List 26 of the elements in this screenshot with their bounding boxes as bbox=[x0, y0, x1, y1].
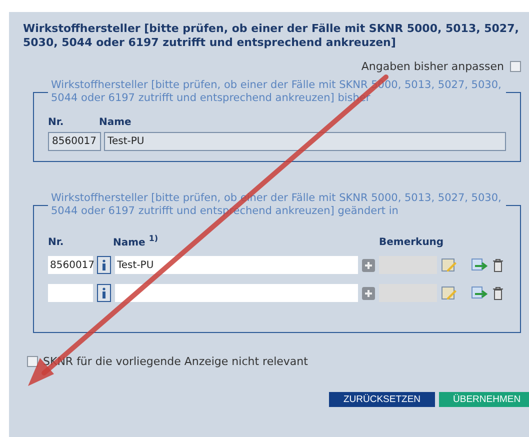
column-header: Nr. bbox=[48, 237, 65, 248]
number-field[interactable]: 8560017 bbox=[48, 256, 93, 274]
number-field[interactable] bbox=[48, 284, 93, 302]
arrow-right-icon[interactable] bbox=[471, 258, 489, 272]
info-icon[interactable] bbox=[97, 284, 111, 302]
notepad-icon[interactable] bbox=[441, 257, 457, 274]
column-header: Name $^{1)}$ bbox=[113, 234, 160, 248]
trash-icon[interactable] bbox=[493, 258, 503, 272]
notepad-icon[interactable] bbox=[441, 285, 457, 302]
column-header: Name bbox=[99, 117, 132, 128]
plus-icon[interactable] bbox=[362, 258, 375, 272]
table-cell: Test-PU bbox=[104, 132, 506, 151]
section-title: Wirkstoffhersteller [bitte prüfen, ob einer der Fälle mit SKNR 5000, 5013, 5027, 5030, 5044 oder 6197 zutrifft und entsprechend ankreuzen] bbox=[23, 22, 520, 50]
arrow-right-icon[interactable] bbox=[471, 286, 489, 300]
checkbox[interactable] bbox=[510, 61, 521, 72]
checkbox[interactable] bbox=[27, 356, 38, 368]
info-icon[interactable] bbox=[97, 256, 111, 274]
column-header: Nr. bbox=[48, 117, 65, 128]
table-cell: 8560017 bbox=[48, 132, 101, 151]
plus-icon[interactable] bbox=[362, 286, 375, 300]
reset-button[interactable]: ZURÜCKSETZEN bbox=[329, 392, 435, 408]
checkbox-label: Angaben bisher anpassen bbox=[361, 60, 504, 73]
name-field[interactable]: Test-PU bbox=[115, 256, 358, 274]
column-header: Bemerkung bbox=[379, 237, 444, 248]
trash-icon[interactable] bbox=[493, 286, 503, 300]
name-field[interactable] bbox=[115, 284, 358, 302]
